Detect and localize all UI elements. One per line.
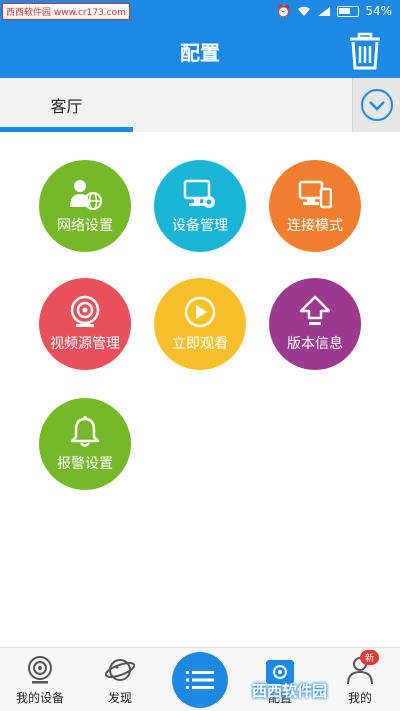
chevron-down-icon [360, 89, 393, 121]
tile-label: 网络设置 [57, 218, 113, 234]
upload-arrow-icon [299, 295, 331, 325]
planet-icon [105, 659, 135, 681]
video-source-icon [70, 295, 100, 327]
list-icon [186, 671, 214, 689]
signal-icon [318, 6, 331, 16]
function-grid: 网络设置 设备管理 连接模式 视频源管理 立即观看 版本信息 报警设置 [0, 132, 400, 647]
page-title: 配置 [180, 41, 220, 65]
tile-video-source-management[interactable]: 视频源管理 [39, 278, 131, 370]
tile-label: 立即观看 [172, 336, 228, 352]
trash-icon[interactable] [348, 32, 382, 70]
expand-tabs-button[interactable] [352, 78, 400, 132]
tile-label: 设备管理 [172, 218, 228, 234]
connection-mode-icon [298, 180, 332, 209]
tile-version-info[interactable]: 版本信息 [269, 278, 361, 370]
watermark-text: 西西软件园 www.cr173.com [2, 3, 130, 20]
tile-label: 连接模式 [287, 218, 343, 234]
status-bar: 西西软件园 www.cr173.com ⏰ 54% [0, 0, 400, 24]
bell-icon [70, 416, 100, 447]
battery-icon [337, 5, 360, 17]
app-bar: 配置 [0, 24, 400, 78]
battery-percent: 54% [365, 4, 392, 18]
tab-label: 客厅 [50, 97, 83, 116]
tile-network-settings[interactable]: 网络设置 [39, 160, 131, 252]
tile-device-management[interactable]: 设备管理 [154, 160, 246, 252]
nav-label: 发现 [107, 691, 132, 705]
wifi-icon [298, 6, 311, 16]
status-icons: ⏰ 54% [276, 4, 392, 18]
tile-connection-mode[interactable]: 连接模式 [269, 160, 361, 252]
nav-item-discover[interactable]: 发现 [80, 648, 160, 711]
tile-label: 版本信息 [287, 336, 343, 352]
nav-item-my-devices[interactable]: 我的设备 [0, 648, 80, 711]
camera-icon [28, 656, 52, 684]
tile-alarm-settings[interactable]: 报警设置 [39, 398, 131, 490]
nav-label: 我的设备 [15, 691, 64, 705]
new-badge: 新 [360, 650, 380, 665]
nav-label: 我的 [347, 691, 372, 705]
tile-label: 报警设置 [57, 456, 113, 472]
tab-living-room[interactable]: 客厅 [0, 78, 133, 132]
tile-label: 视频源管理 [50, 336, 120, 352]
play-icon [184, 296, 216, 328]
network-settings-icon [70, 180, 102, 210]
alarm-icon: ⏰ [276, 4, 292, 18]
center-menu-button[interactable] [172, 652, 228, 708]
tile-watch-now[interactable]: 立即观看 [154, 278, 246, 370]
watermark-logo: 西西软件园 [252, 682, 328, 700]
device-management-icon [183, 179, 215, 208]
room-tab-row: 客厅 [0, 78, 400, 132]
